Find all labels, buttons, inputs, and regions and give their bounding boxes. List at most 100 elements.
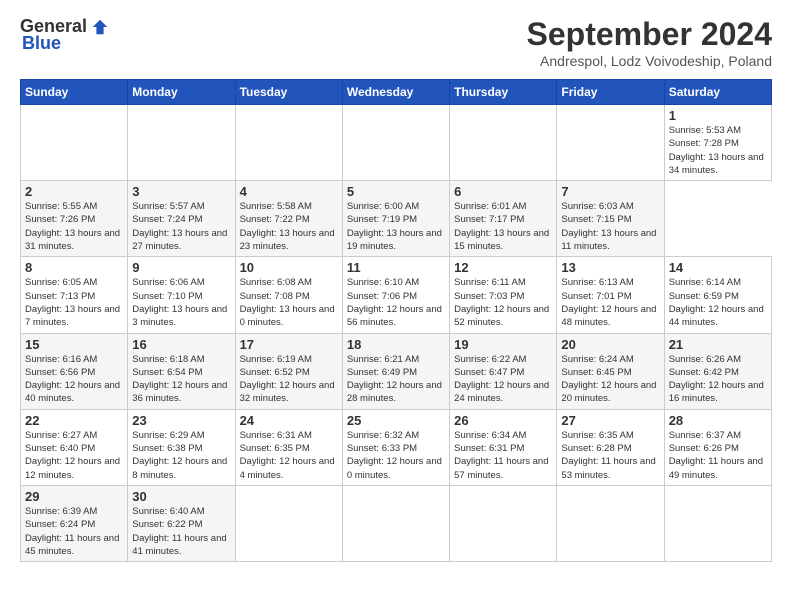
day-number: 24	[240, 413, 338, 428]
day-number: 27	[561, 413, 659, 428]
calendar-cell	[342, 485, 449, 561]
col-monday: Monday	[128, 80, 235, 105]
calendar: Sunday Monday Tuesday Wednesday Thursday…	[20, 79, 772, 562]
day-number: 20	[561, 337, 659, 352]
calendar-cell: 24 Sunrise: 6:31 AMSunset: 6:35 PMDaylig…	[235, 409, 342, 485]
day-info: Sunrise: 6:06 AMSunset: 7:10 PMDaylight:…	[132, 276, 230, 329]
day-info: Sunrise: 6:40 AMSunset: 6:22 PMDaylight:…	[132, 505, 230, 558]
calendar-cell	[557, 485, 664, 561]
day-info: Sunrise: 6:32 AMSunset: 6:33 PMDaylight:…	[347, 429, 445, 482]
calendar-cell: 21 Sunrise: 6:26 AMSunset: 6:42 PMDaylig…	[664, 333, 771, 409]
calendar-cell: 7 Sunrise: 6:03 AMSunset: 7:15 PMDayligh…	[557, 181, 664, 257]
logo: General Blue	[20, 16, 109, 54]
col-wednesday: Wednesday	[342, 80, 449, 105]
day-number: 4	[240, 184, 338, 199]
calendar-cell: 4 Sunrise: 5:58 AMSunset: 7:22 PMDayligh…	[235, 181, 342, 257]
calendar-cell: 18 Sunrise: 6:21 AMSunset: 6:49 PMDaylig…	[342, 333, 449, 409]
day-number: 16	[132, 337, 230, 352]
logo-icon	[91, 18, 109, 36]
day-number: 28	[669, 413, 767, 428]
day-info: Sunrise: 6:21 AMSunset: 6:49 PMDaylight:…	[347, 353, 445, 406]
day-number: 26	[454, 413, 552, 428]
day-number: 5	[347, 184, 445, 199]
calendar-cell: 25 Sunrise: 6:32 AMSunset: 6:33 PMDaylig…	[342, 409, 449, 485]
calendar-cell: 6 Sunrise: 6:01 AMSunset: 7:17 PMDayligh…	[450, 181, 557, 257]
calendar-week-row: 8 Sunrise: 6:05 AMSunset: 7:13 PMDayligh…	[21, 257, 772, 333]
day-info: Sunrise: 5:53 AMSunset: 7:28 PMDaylight:…	[669, 124, 767, 177]
day-number: 15	[25, 337, 123, 352]
day-info: Sunrise: 6:01 AMSunset: 7:17 PMDaylight:…	[454, 200, 552, 253]
day-info: Sunrise: 6:31 AMSunset: 6:35 PMDaylight:…	[240, 429, 338, 482]
calendar-week-row: 15 Sunrise: 6:16 AMSunset: 6:56 PMDaylig…	[21, 333, 772, 409]
day-number: 12	[454, 260, 552, 275]
calendar-cell: 8 Sunrise: 6:05 AMSunset: 7:13 PMDayligh…	[21, 257, 128, 333]
calendar-cell	[342, 105, 449, 181]
day-info: Sunrise: 6:22 AMSunset: 6:47 PMDaylight:…	[454, 353, 552, 406]
main-title: September 2024	[527, 16, 772, 53]
calendar-cell: 9 Sunrise: 6:06 AMSunset: 7:10 PMDayligh…	[128, 257, 235, 333]
calendar-cell: 14 Sunrise: 6:14 AMSunset: 6:59 PMDaylig…	[664, 257, 771, 333]
day-number: 18	[347, 337, 445, 352]
calendar-cell: 13 Sunrise: 6:13 AMSunset: 7:01 PMDaylig…	[557, 257, 664, 333]
calendar-cell: 10 Sunrise: 6:08 AMSunset: 7:08 PMDaylig…	[235, 257, 342, 333]
day-number: 19	[454, 337, 552, 352]
day-info: Sunrise: 5:55 AMSunset: 7:26 PMDaylight:…	[25, 200, 123, 253]
calendar-cell: 1 Sunrise: 5:53 AMSunset: 7:28 PMDayligh…	[664, 105, 771, 181]
day-info: Sunrise: 6:11 AMSunset: 7:03 PMDaylight:…	[454, 276, 552, 329]
title-block: September 2024 Andrespol, Lodz Voivodesh…	[527, 16, 772, 69]
calendar-cell: 20 Sunrise: 6:24 AMSunset: 6:45 PMDaylig…	[557, 333, 664, 409]
day-info: Sunrise: 6:24 AMSunset: 6:45 PMDaylight:…	[561, 353, 659, 406]
day-number: 8	[25, 260, 123, 275]
day-number: 25	[347, 413, 445, 428]
calendar-cell: 22 Sunrise: 6:27 AMSunset: 6:40 PMDaylig…	[21, 409, 128, 485]
day-number: 1	[669, 108, 767, 123]
day-info: Sunrise: 5:58 AMSunset: 7:22 PMDaylight:…	[240, 200, 338, 253]
calendar-cell	[128, 105, 235, 181]
day-number: 17	[240, 337, 338, 352]
calendar-cell: 29 Sunrise: 6:39 AMSunset: 6:24 PMDaylig…	[21, 485, 128, 561]
calendar-week-row: 29 Sunrise: 6:39 AMSunset: 6:24 PMDaylig…	[21, 485, 772, 561]
col-tuesday: Tuesday	[235, 80, 342, 105]
day-info: Sunrise: 6:27 AMSunset: 6:40 PMDaylight:…	[25, 429, 123, 482]
calendar-header-row: Sunday Monday Tuesday Wednesday Thursday…	[21, 80, 772, 105]
day-info: Sunrise: 6:37 AMSunset: 6:26 PMDaylight:…	[669, 429, 767, 482]
day-number: 3	[132, 184, 230, 199]
calendar-cell: 11 Sunrise: 6:10 AMSunset: 7:06 PMDaylig…	[342, 257, 449, 333]
col-saturday: Saturday	[664, 80, 771, 105]
day-number: 2	[25, 184, 123, 199]
col-thursday: Thursday	[450, 80, 557, 105]
logo-blue: Blue	[22, 33, 61, 54]
col-friday: Friday	[557, 80, 664, 105]
day-number: 6	[454, 184, 552, 199]
day-number: 7	[561, 184, 659, 199]
day-info: Sunrise: 6:14 AMSunset: 6:59 PMDaylight:…	[669, 276, 767, 329]
calendar-cell	[21, 105, 128, 181]
day-info: Sunrise: 6:13 AMSunset: 7:01 PMDaylight:…	[561, 276, 659, 329]
col-sunday: Sunday	[21, 80, 128, 105]
day-info: Sunrise: 6:29 AMSunset: 6:38 PMDaylight:…	[132, 429, 230, 482]
calendar-cell	[557, 105, 664, 181]
header: General Blue September 2024 Andrespol, L…	[20, 16, 772, 69]
day-info: Sunrise: 6:05 AMSunset: 7:13 PMDaylight:…	[25, 276, 123, 329]
day-number: 9	[132, 260, 230, 275]
calendar-cell: 27 Sunrise: 6:35 AMSunset: 6:28 PMDaylig…	[557, 409, 664, 485]
day-info: Sunrise: 6:10 AMSunset: 7:06 PMDaylight:…	[347, 276, 445, 329]
calendar-cell	[235, 105, 342, 181]
day-number: 11	[347, 260, 445, 275]
calendar-week-row: 2 Sunrise: 5:55 AMSunset: 7:26 PMDayligh…	[21, 181, 772, 257]
calendar-week-row: 22 Sunrise: 6:27 AMSunset: 6:40 PMDaylig…	[21, 409, 772, 485]
page: General Blue September 2024 Andrespol, L…	[0, 0, 792, 612]
calendar-cell: 28 Sunrise: 6:37 AMSunset: 6:26 PMDaylig…	[664, 409, 771, 485]
day-info: Sunrise: 6:19 AMSunset: 6:52 PMDaylight:…	[240, 353, 338, 406]
calendar-cell: 2 Sunrise: 5:55 AMSunset: 7:26 PMDayligh…	[21, 181, 128, 257]
calendar-cell	[235, 485, 342, 561]
subtitle: Andrespol, Lodz Voivodeship, Poland	[527, 53, 772, 69]
calendar-cell: 30 Sunrise: 6:40 AMSunset: 6:22 PMDaylig…	[128, 485, 235, 561]
day-number: 21	[669, 337, 767, 352]
day-info: Sunrise: 6:35 AMSunset: 6:28 PMDaylight:…	[561, 429, 659, 482]
calendar-cell	[450, 485, 557, 561]
day-number: 29	[25, 489, 123, 504]
calendar-cell: 12 Sunrise: 6:11 AMSunset: 7:03 PMDaylig…	[450, 257, 557, 333]
calendar-cell	[450, 105, 557, 181]
day-info: Sunrise: 6:00 AMSunset: 7:19 PMDaylight:…	[347, 200, 445, 253]
